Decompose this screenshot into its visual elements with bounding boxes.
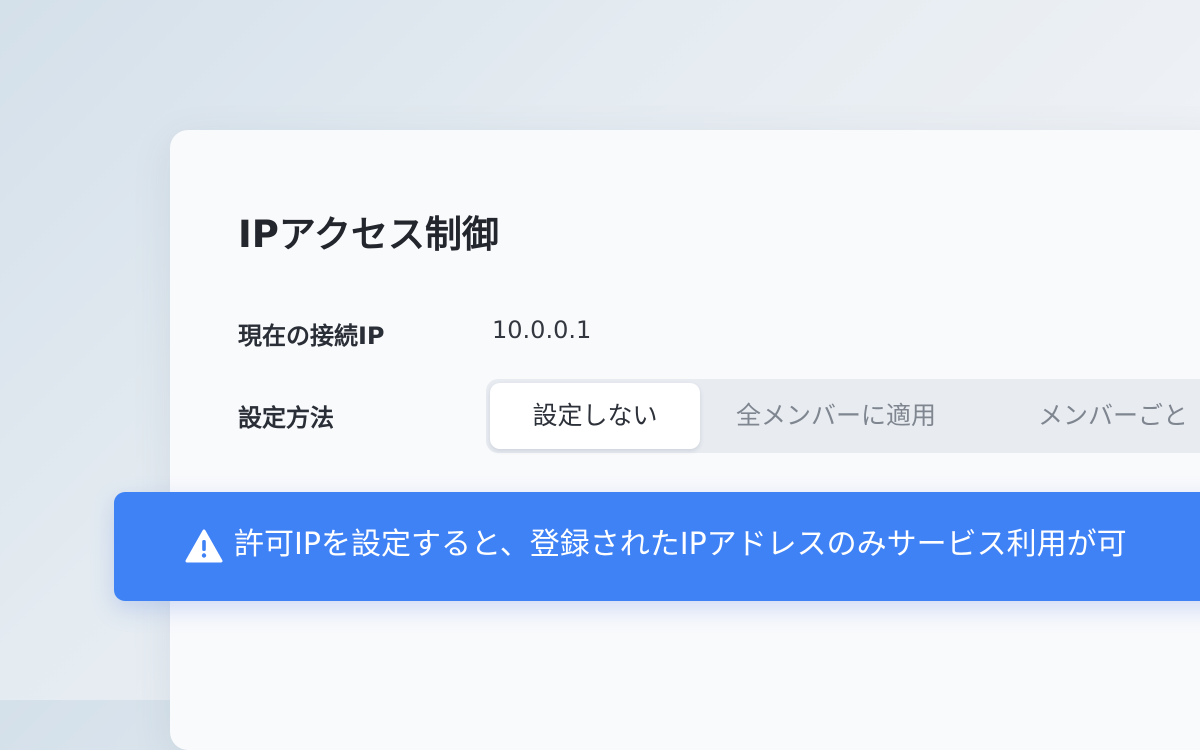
setting-method-segmented-control: 設定しない 全メンバーに適用 メンバーごと bbox=[486, 379, 1200, 453]
current-ip-label: 現在の接続IP bbox=[238, 322, 385, 350]
warning-alert-banner: 許可IPを設定すると、登録されたIPアドレスのみサービス利用が可 bbox=[114, 492, 1200, 601]
alert-message: 許可IPを設定すると、登録されたIPアドレスのみサービス利用が可 bbox=[234, 527, 1127, 562]
option-per-member[interactable]: メンバーごと bbox=[1038, 383, 1188, 449]
option-no-setting[interactable]: 設定しない bbox=[490, 383, 700, 449]
page-title: IPアクセス制御 bbox=[238, 213, 500, 256]
current-ip-value: 10.0.0.1 bbox=[492, 316, 592, 344]
warning-icon bbox=[185, 529, 223, 563]
option-apply-all-members[interactable]: 全メンバーに適用 bbox=[736, 383, 936, 449]
setting-method-label: 設定方法 bbox=[238, 404, 334, 432]
ip-access-control-card: IPアクセス制御 現在の接続IP 10.0.0.1 設定方法 設定しない 全メン… bbox=[170, 130, 1200, 750]
